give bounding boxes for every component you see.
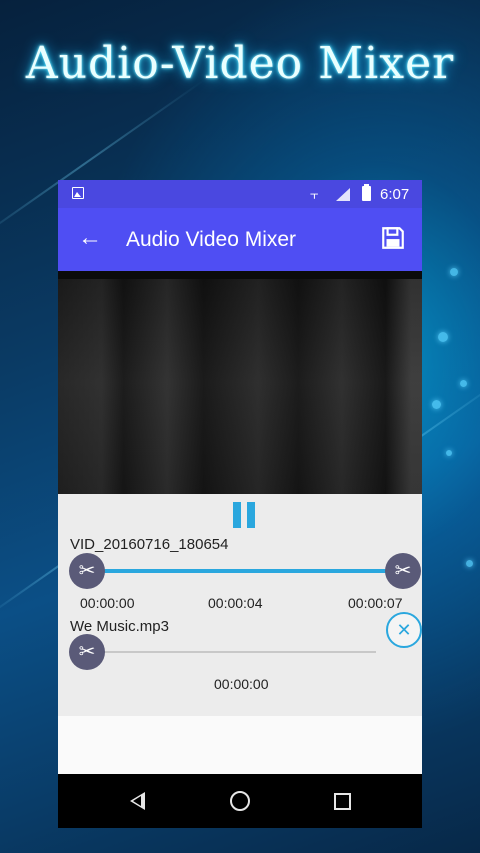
- audio-time: 00:00:00: [214, 676, 269, 692]
- background-dot: [446, 450, 452, 456]
- remove-audio-button[interactable]: ✕: [386, 612, 422, 648]
- nav-home-icon[interactable]: [230, 791, 250, 811]
- video-current-time: 00:00:04: [208, 595, 263, 611]
- video-trim-start-handle[interactable]: ✂: [69, 553, 105, 589]
- status-time: 6:07: [380, 186, 410, 203]
- background-dot: [466, 560, 473, 567]
- navigation-bar: [58, 774, 422, 828]
- status-bar: ⫟ 6:07: [58, 180, 422, 208]
- app-bar: ← Audio Video Mixer: [58, 208, 422, 271]
- background-dot: [438, 332, 448, 342]
- phone-screen: ⫟ 6:07 ← Audio Video Mixer VID_20160716_…: [58, 180, 422, 828]
- video-end-time: 00:00:07: [348, 595, 403, 611]
- audio-file-name: We Music.mp3: [70, 618, 169, 635]
- signal-icon: [336, 188, 350, 201]
- video-preview[interactable]: [58, 271, 422, 494]
- promo-headline: Audio-Video Mixer: [25, 38, 455, 89]
- nav-recents-icon[interactable]: [334, 793, 351, 810]
- mixer-controls: VID_20160716_180654 ✂ ✂ 00:00:00 00:00:0…: [58, 494, 422, 716]
- empty-area: [58, 716, 422, 774]
- background-dot: [432, 400, 441, 409]
- nav-back-icon[interactable]: [130, 792, 145, 810]
- scissors-icon: ✂: [78, 560, 96, 582]
- background-dot: [450, 268, 458, 276]
- app-title: Audio Video Mixer: [126, 228, 297, 251]
- audio-trim-track[interactable]: [86, 651, 376, 653]
- pause-icon[interactable]: [233, 502, 257, 528]
- image-icon: [72, 187, 84, 199]
- video-trim-track[interactable]: [86, 569, 404, 573]
- video-trim-end-handle[interactable]: ✂: [385, 553, 421, 589]
- close-icon: ✕: [396, 620, 412, 640]
- video-file-name: VID_20160716_180654: [70, 536, 229, 553]
- background-dot: [460, 380, 467, 387]
- arrow-back-icon[interactable]: ←: [78, 226, 102, 250]
- video-top-edge: [58, 271, 422, 279]
- battery-icon: [362, 184, 371, 201]
- scissors-icon: ✂: [394, 560, 412, 582]
- audio-trim-start-handle[interactable]: ✂: [69, 634, 105, 670]
- save-icon[interactable]: [380, 225, 406, 251]
- scissors-icon: ✂: [78, 641, 96, 663]
- video-start-time: 00:00:00: [80, 595, 135, 611]
- vibrate-icon: ⫟: [310, 186, 319, 202]
